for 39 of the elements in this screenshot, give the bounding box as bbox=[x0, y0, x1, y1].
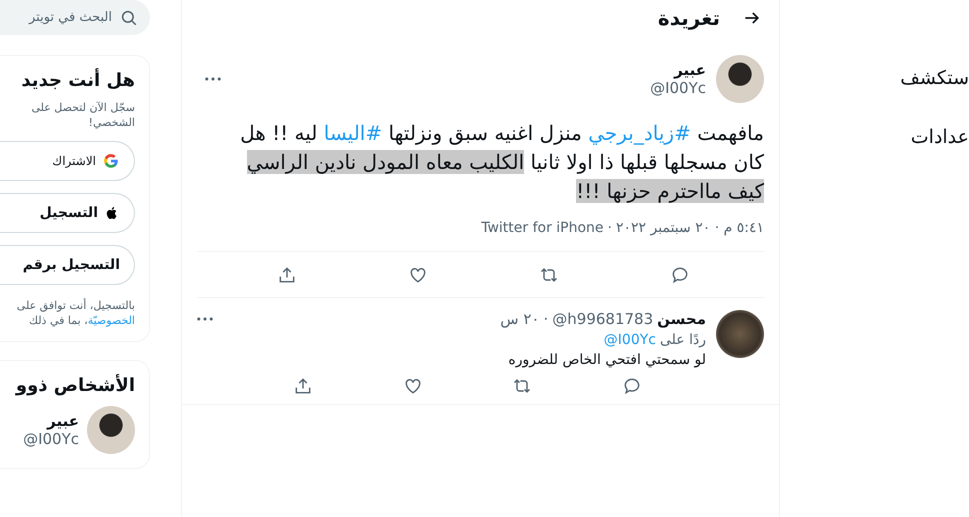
author-name: محسن bbox=[657, 310, 706, 328]
avatar[interactable] bbox=[716, 310, 764, 358]
share-icon[interactable] bbox=[277, 264, 297, 284]
person-handle: @I00Yc bbox=[23, 430, 79, 448]
legal-text: ، بما في ذلك bbox=[28, 314, 88, 327]
person-name: عبير bbox=[46, 412, 79, 430]
share-icon[interactable] bbox=[293, 376, 314, 396]
nav-link[interactable]: عدادات bbox=[910, 123, 969, 151]
more-icon[interactable] bbox=[205, 77, 221, 81]
search-icon bbox=[120, 8, 138, 26]
author-handle: @h99681783 bbox=[552, 310, 654, 328]
signup-button[interactable]: التسجيل برقم bbox=[0, 245, 135, 285]
search-field[interactable]: البحث في تويتر bbox=[0, 0, 150, 35]
separator-dot: · bbox=[608, 220, 612, 236]
nav-link[interactable]: ستكشف bbox=[900, 64, 969, 92]
like-icon[interactable] bbox=[402, 376, 423, 396]
card-title: الأشخاص ذوو bbox=[14, 375, 135, 396]
avatar[interactable] bbox=[87, 406, 135, 454]
signup-button[interactable]: الاشتراك bbox=[0, 141, 135, 181]
author-name: عبير bbox=[672, 61, 706, 79]
legal-text: بالتسجيل، أنت توافق على bbox=[16, 299, 135, 312]
signup-button[interactable]: التسجيل bbox=[0, 193, 135, 233]
page-title: تغريدة bbox=[658, 6, 720, 30]
reply-icon[interactable] bbox=[670, 264, 690, 284]
source-link[interactable]: Twitter for iPhone bbox=[481, 220, 604, 236]
timestamp: ٥:٤١ م · ٢٠ سبتمبر ٢٠٢٢ bbox=[616, 220, 764, 236]
card-description: سجّل الآن لتحصل على bbox=[30, 101, 135, 114]
separator-dot: · bbox=[543, 310, 548, 328]
google-icon bbox=[102, 152, 120, 170]
post-time: ٢٠ س bbox=[500, 310, 540, 328]
card-title: هل أنت جديد bbox=[20, 70, 135, 91]
more-icon[interactable] bbox=[197, 317, 213, 321]
replying-to-label: ردًا على bbox=[660, 332, 706, 348]
reply-icon[interactable] bbox=[622, 376, 642, 396]
avatar[interactable] bbox=[716, 55, 764, 103]
card-description: الشخصي! bbox=[88, 116, 135, 129]
author-handle: @I00Yc bbox=[650, 79, 706, 97]
search-input[interactable]: البحث في تويتر bbox=[12, 0, 112, 35]
reply-text: لو سمحتي افتحي الخاص للضروره bbox=[507, 352, 706, 368]
